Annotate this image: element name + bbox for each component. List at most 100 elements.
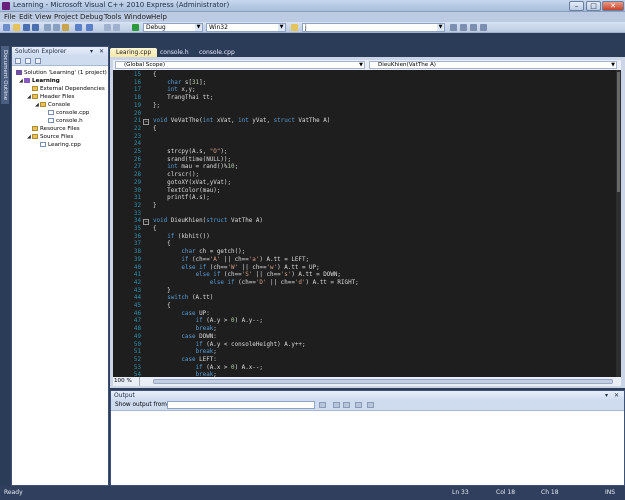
tree-node-external-deps[interactable]: External Dependencies — [32, 85, 105, 93]
scrollbar-thumb[interactable] — [617, 72, 620, 192]
show-all-files-icon[interactable] — [25, 58, 31, 64]
find-message-icon[interactable] — [319, 402, 326, 408]
line-number: 51 — [133, 349, 141, 356]
menu-project[interactable]: Project — [54, 12, 78, 22]
menu-debug[interactable]: Debug — [80, 12, 103, 22]
code-line: }; — [153, 102, 161, 109]
line-number: 21 — [133, 118, 141, 125]
window-title: Learning - Microsoft Visual C++ 2010 Exp… — [13, 1, 230, 9]
line-number: 53 — [133, 364, 141, 371]
line-number: 29 — [133, 179, 141, 186]
tree-node-resource-files[interactable]: Resource Files — [32, 125, 80, 133]
maximize-button[interactable]: □ — [586, 1, 601, 11]
horizontal-scrollbar[interactable] — [153, 379, 613, 384]
tree-node-console-h[interactable]: console.h — [48, 117, 83, 125]
save-icon[interactable] — [23, 24, 30, 31]
tab-learing-cpp[interactable]: Learing.cpp — [110, 48, 158, 57]
next-message-icon[interactable] — [343, 402, 350, 408]
tree-node-console-folder[interactable]: ◢ Console — [35, 101, 70, 109]
code-line: else if (ch=='D' || ch=='d') A.tt = RIGH… — [209, 279, 359, 286]
tree-node-solution[interactable]: Solution 'Learning' (1 project) — [16, 69, 107, 77]
save-all-icon[interactable] — [32, 24, 39, 31]
code-line: } — [153, 202, 157, 209]
copy-icon[interactable] — [53, 24, 60, 31]
code-line: case LEFT: — [181, 356, 217, 363]
collapse-icon[interactable]: − — [143, 219, 149, 226]
tree-node-project[interactable]: ◢ Learning — [19, 77, 60, 85]
menu-tools[interactable]: Tools — [104, 12, 121, 22]
folder-icon — [32, 126, 38, 131]
close-button[interactable]: ✕ — [602, 1, 624, 11]
code-line: { — [153, 125, 157, 132]
navigate-forward-icon[interactable] — [113, 24, 120, 31]
line-number: 40 — [133, 264, 141, 271]
menu-window[interactable]: Window — [124, 12, 152, 22]
folder-icon — [40, 102, 46, 107]
line-number: 36 — [133, 233, 141, 240]
config-select[interactable]: Debug ▼ — [143, 23, 203, 32]
member-select[interactable]: DieuKhien(VatThe A) ▼ — [369, 61, 617, 69]
code-line: if (ch=='A' || ch=='a') A.tt = LEFT; — [181, 256, 310, 263]
line-number: 44 — [133, 295, 141, 302]
solution-explorer-header: Solution Explorer ▾ ✕ — [12, 47, 108, 56]
toolbox-icon[interactable] — [470, 24, 477, 31]
start-debugging-icon[interactable] — [132, 24, 139, 31]
code-line: } — [153, 287, 171, 294]
cpp-file-icon — [40, 142, 46, 147]
paste-icon[interactable] — [62, 24, 69, 31]
scope-select[interactable]: (Global Scope) ▼ — [115, 61, 365, 69]
clear-all-icon[interactable] — [355, 402, 362, 408]
menu-view[interactable]: View — [35, 12, 52, 22]
app-icon — [2, 2, 10, 10]
platform-select[interactable]: Win32 ▼ — [206, 23, 286, 32]
minimize-button[interactable]: – — [569, 1, 584, 11]
line-number: 19 — [133, 102, 141, 109]
line-number: 24 — [133, 141, 141, 148]
status-col: Col 18 — [496, 489, 516, 496]
line-number: 26 — [133, 156, 141, 163]
redo-icon[interactable] — [86, 24, 93, 31]
solution-explorer-icon[interactable] — [450, 24, 457, 31]
navigate-back-icon[interactable] — [104, 24, 111, 31]
side-tab-strip: Document Outline — [0, 46, 10, 486]
title-bar: Learning - Microsoft Visual C++ 2010 Exp… — [0, 0, 625, 12]
properties-icon[interactable] — [15, 58, 21, 64]
collapse-icon[interactable]: − — [143, 119, 149, 126]
code-editor[interactable]: 15 {16 char s[31]; 17 int x,y; 18 TrangThai… — [113, 70, 616, 377]
config-value: Debug — [146, 24, 166, 31]
panel-controls[interactable]: ▾ ✕ — [90, 47, 106, 56]
cut-icon[interactable] — [44, 24, 51, 31]
tree-node-learing-cpp[interactable]: Learing.cpp — [40, 141, 81, 149]
vertical-scrollbar[interactable] — [616, 70, 621, 377]
navigation-bar: (Global Scope) ▼ DieuKhien(VatThe A) ▼ — [113, 60, 621, 70]
word-wrap-icon[interactable] — [367, 402, 374, 408]
menu-file[interactable]: File — [4, 12, 16, 22]
tab-console-cpp[interactable]: console.cpp — [193, 48, 241, 57]
line-number: 32 — [133, 202, 141, 209]
find-combo[interactable]: j ▼ — [302, 23, 445, 32]
tree-node-header-files[interactable]: ◢ Header Files — [27, 93, 74, 101]
line-number: 37 — [133, 241, 141, 248]
tab-console-h[interactable]: console.h — [154, 48, 195, 57]
previous-message-icon[interactable] — [333, 402, 340, 408]
menu-edit[interactable]: Edit — [19, 12, 33, 22]
document-outline-tab[interactable]: Document Outline — [1, 46, 9, 104]
properties-icon[interactable] — [460, 24, 467, 31]
extension-manager-icon[interactable] — [480, 24, 487, 31]
refresh-icon[interactable] — [35, 58, 41, 64]
tree-node-console-cpp[interactable]: console.cpp — [48, 109, 89, 117]
menu-help[interactable]: Help — [151, 12, 167, 22]
panel-controls[interactable]: ▾ ✕ — [605, 391, 621, 400]
open-file-icon[interactable] — [13, 24, 20, 31]
tree-node-source-files[interactable]: ◢ Source Files — [27, 133, 73, 141]
output-source-select[interactable] — [167, 401, 315, 409]
chevron-down-icon: ▼ — [611, 62, 615, 68]
line-number: 28 — [133, 172, 141, 179]
undo-icon[interactable] — [75, 24, 82, 31]
new-project-icon[interactable] — [3, 24, 10, 31]
code-line: case DOWN: — [181, 333, 217, 340]
zoom-level[interactable]: 100 % — [114, 377, 140, 386]
find-in-files-icon[interactable] — [291, 24, 298, 31]
code-line: break; — [195, 349, 217, 356]
code-line: { — [153, 72, 157, 78]
